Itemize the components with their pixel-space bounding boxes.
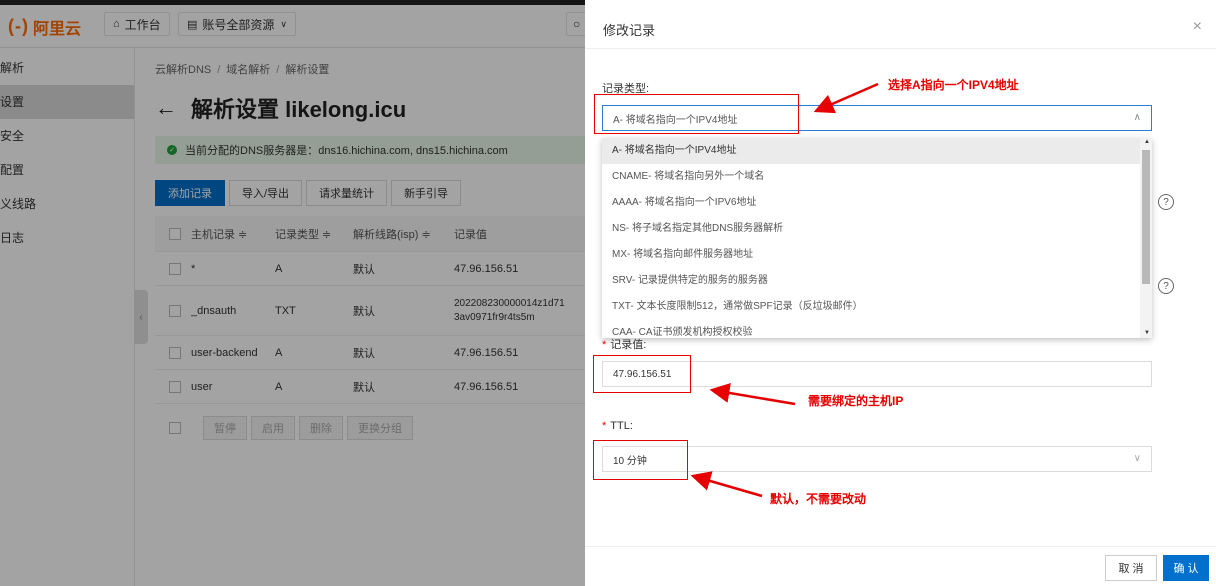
confirm-button[interactable]: 确 认: [1163, 555, 1209, 581]
modal-mask[interactable]: [0, 0, 585, 586]
annotation-box-ip: [593, 355, 691, 393]
option-txt[interactable]: TXT- 文本长度限制512，通常做SPF记录（反垃圾邮件）: [602, 294, 1152, 320]
option-caa[interactable]: CAA- CA证书颁发机构授权校验: [602, 320, 1152, 338]
record-type-dropdown: A- 将域名指向一个IPV4地址 CNAME- 将域名指向另外一个域名 AAAA…: [602, 138, 1152, 338]
option-a[interactable]: A- 将域名指向一个IPV4地址: [602, 138, 1152, 164]
annotation-ttl-hint: 默认，不需要改动: [770, 492, 867, 506]
scroll-down-icon[interactable]: ▼: [1144, 330, 1150, 336]
help-icon[interactable]: ?: [1158, 194, 1174, 210]
annotation-ip-hint: 需要绑定的主机IP: [808, 394, 904, 408]
close-icon[interactable]: ×: [1193, 18, 1202, 36]
divider: [585, 48, 1216, 49]
option-mx[interactable]: MX- 将域名指向邮件服务器地址: [602, 242, 1152, 268]
help-icon[interactable]: ?: [1158, 278, 1174, 294]
cancel-button[interactable]: 取 消: [1105, 555, 1157, 581]
scroll-up-icon[interactable]: ▲: [1144, 139, 1150, 145]
option-cname[interactable]: CNAME- 将域名指向另外一个域名: [602, 164, 1152, 190]
drawer-title: 修改记录: [603, 23, 656, 38]
dropdown-scrollbar[interactable]: ▲ ▼: [1140, 138, 1152, 338]
option-ns[interactable]: NS- 将子域名指定其他DNS服务器解析: [602, 216, 1152, 242]
ttl-label: * TTL:: [602, 420, 633, 432]
required-mark: *: [602, 339, 607, 351]
annotation-box-type: [594, 94, 799, 134]
annotation-box-ttl: [593, 440, 688, 480]
required-mark: *: [602, 420, 607, 432]
scrollbar-thumb[interactable]: [1142, 150, 1150, 284]
chevron-up-icon: ∧: [1133, 112, 1141, 123]
annotation-type-hint: 选择A指向一个IPV4地址: [888, 78, 1019, 92]
divider: [585, 546, 1216, 547]
chevron-down-icon: ∨: [1133, 453, 1141, 464]
option-srv[interactable]: SRV- 记录提供特定的服务的服务器: [602, 268, 1152, 294]
option-aaaa[interactable]: AAAA- 将域名指向一个IPV6地址: [602, 190, 1152, 216]
record-value-label: * 记录值:: [602, 339, 647, 351]
